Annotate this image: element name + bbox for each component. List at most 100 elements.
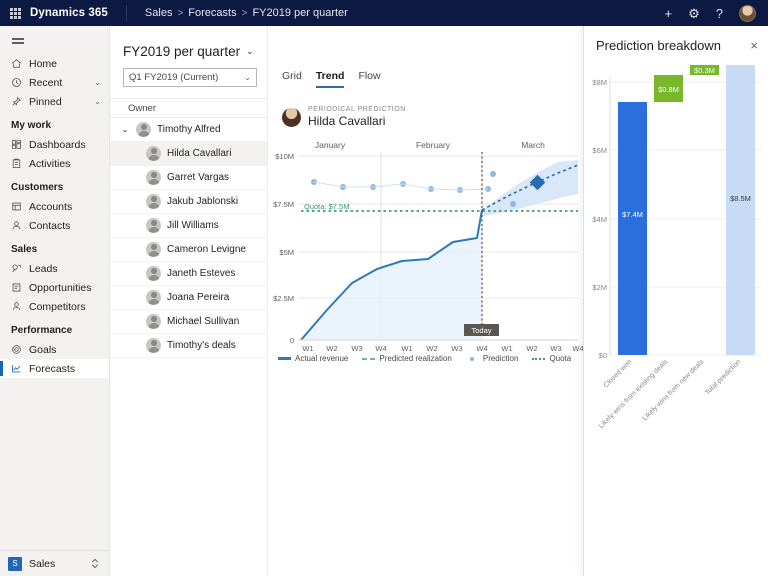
list-item-label: Joana Pereira — [167, 292, 229, 303]
sidebar-item-pinned[interactable]: Pinned ⌄ — [0, 92, 109, 111]
list-item-owner[interactable]: ⌄ Timothy Alfred — [110, 118, 267, 142]
trend-chart-svg[interactable]: January February March — [268, 132, 588, 352]
close-icon[interactable]: × — [750, 39, 758, 52]
bar-label-likely-wins-existing: $0.8M — [658, 85, 679, 94]
legend-item-quota[interactable]: Quota — [532, 354, 571, 363]
list-item-michael-sullivan[interactable]: Michael Sullivan — [110, 310, 267, 334]
sidebar-item-accounts[interactable]: Accounts — [0, 197, 109, 216]
sidebar-item-goals[interactable]: Goals — [0, 340, 109, 359]
breadcrumb-separator: > — [242, 8, 248, 19]
breadcrumb-item-sales[interactable]: Sales — [145, 7, 173, 19]
app-root: Dynamics 365 Sales > Forecasts > FY2019 … — [0, 0, 768, 576]
category-label-total-prediction: Total prediction — [704, 358, 742, 396]
sidebar-item-recent[interactable]: Recent ⌄ — [0, 73, 109, 92]
legend-item-actual-revenue[interactable]: Actual revenue — [278, 354, 348, 363]
waffle-icon[interactable] — [0, 8, 30, 19]
help-icon[interactable]: ? — [716, 7, 723, 20]
svg-text:$5M: $5M — [279, 248, 294, 257]
sidebar-item-forecasts[interactable]: Forecasts — [0, 359, 109, 378]
breakdown-chart-svg[interactable]: $0 $2M $4M $6M $8M $7.4M $0.8M $0.3M $8.… — [584, 59, 768, 459]
svg-text:$2M: $2M — [592, 283, 607, 292]
dashboard-icon — [10, 139, 22, 151]
forecast-title[interactable]: FY2019 per quarter ⌄ — [110, 26, 267, 59]
chevron-updown-icon[interactable] — [91, 558, 99, 569]
tab-grid[interactable]: Grid — [282, 70, 302, 88]
list-item-label: Timothy Alfred — [157, 124, 221, 135]
periodical-kicker: PERIODICAL PREDICTION — [308, 106, 406, 113]
app-badge: S — [8, 557, 22, 571]
breadcrumb-item-forecasts[interactable]: Forecasts — [188, 7, 236, 19]
gear-icon[interactable]: ⚙ — [688, 7, 700, 20]
bar-closed-won — [618, 102, 647, 355]
avatar — [146, 218, 161, 233]
avatar — [146, 146, 161, 161]
opportunities-icon — [10, 282, 22, 294]
pin-icon — [10, 96, 22, 108]
nav-divider — [126, 5, 127, 21]
avatar — [146, 170, 161, 185]
sidebar-group-performance: Performance — [0, 316, 109, 340]
list-item-timothys-deals[interactable]: Timothy's deals — [110, 334, 267, 358]
list-item-cameron-levigne[interactable]: Cameron Levigne — [110, 238, 267, 262]
month-label-february: February — [416, 140, 451, 150]
forecasts-icon — [10, 363, 22, 375]
sidebar-item-dashboards[interactable]: Dashboards — [0, 135, 109, 154]
chevron-down-icon[interactable]: ⌄ — [120, 125, 130, 134]
list-item-joana-pereira[interactable]: Joana Pereira — [110, 286, 267, 310]
legend-item-predicted-realization[interactable]: Predicted realization — [362, 354, 451, 363]
contacts-icon — [10, 220, 22, 232]
legend-item-prediction[interactable]: Prediction — [466, 354, 519, 363]
sidebar-item-activities[interactable]: Activities — [0, 154, 109, 173]
svg-text:W2: W2 — [526, 344, 537, 352]
list-item-label: Jakub Jablonski — [167, 196, 238, 207]
list-item-jakub-jablonski[interactable]: Jakub Jablonski — [110, 190, 267, 214]
legend-label: Quota — [549, 354, 571, 363]
list-item-garret-vargas[interactable]: Garret Vargas — [110, 166, 267, 190]
accounts-icon — [10, 201, 22, 213]
sidebar-item-leads[interactable]: Leads — [0, 259, 109, 278]
avatar — [282, 108, 301, 127]
sidebar-label-leads: Leads — [29, 263, 58, 275]
user-avatar[interactable] — [739, 5, 756, 22]
hamburger-icon[interactable] — [0, 26, 109, 52]
breadcrumb-separator: > — [177, 8, 183, 19]
list-item-label: Jill Williams — [167, 220, 219, 231]
sidebar-group-sales: Sales — [0, 235, 109, 259]
tab-trend[interactable]: Trend — [316, 70, 345, 88]
chevron-down-icon[interactable]: ⌄ — [94, 97, 101, 106]
chevron-down-icon[interactable]: ⌄ — [246, 46, 254, 57]
sidebar-item-home[interactable]: Home — [0, 54, 109, 73]
list-item-janeth-esteves[interactable]: Janeth Esteves — [110, 262, 267, 286]
list-item-label: Timothy's deals — [167, 340, 236, 351]
sidebar-item-contacts[interactable]: Contacts — [0, 216, 109, 235]
period-select[interactable]: Q1 FY2019 (Current) ⌄ — [123, 68, 257, 87]
goals-icon — [10, 344, 22, 356]
app-switcher[interactable]: S Sales — [0, 550, 109, 576]
svg-text:W1: W1 — [401, 344, 412, 352]
category-label-closed-won: Closed won — [603, 358, 634, 389]
activities-icon — [10, 158, 22, 170]
bar-label-closed-won: $7.4M — [622, 210, 643, 219]
add-icon[interactable]: + — [665, 7, 673, 20]
list-item-jill-williams[interactable]: Jill Williams — [110, 214, 267, 238]
column-header-owner: Owner — [110, 98, 267, 118]
breakdown-chart[interactable]: $0 $2M $4M $6M $8M $7.4M $0.8M $0.3M $8.… — [584, 59, 768, 459]
svg-text:W3: W3 — [351, 344, 362, 352]
legend-label: Predicted realization — [379, 354, 451, 363]
tab-flow[interactable]: Flow — [358, 70, 380, 88]
quota-label: Quota: $7.5M — [304, 202, 349, 211]
breadcrumb-item-current[interactable]: FY2019 per quarter — [252, 7, 347, 19]
avatar — [146, 242, 161, 257]
avatar — [136, 122, 151, 137]
sidebar-group-my-work: My work — [0, 111, 109, 135]
sidebar-item-opportunities[interactable]: Opportunities — [0, 278, 109, 297]
chevron-down-icon[interactable]: ⌄ — [94, 78, 101, 87]
list-item-label: Garret Vargas — [167, 172, 229, 183]
sidebar-label-recent: Recent — [29, 77, 62, 89]
svg-text:W1: W1 — [302, 344, 313, 352]
list-item-hilda-cavallari[interactable]: Hilda Cavallari — [110, 142, 267, 166]
leads-icon — [10, 263, 22, 275]
sidebar-item-competitors[interactable]: Competitors — [0, 297, 109, 316]
panel-title: Prediction breakdown — [596, 38, 721, 53]
y-axis-ticks: $10M $7.5M $5M $2.5M 0 — [273, 152, 294, 345]
